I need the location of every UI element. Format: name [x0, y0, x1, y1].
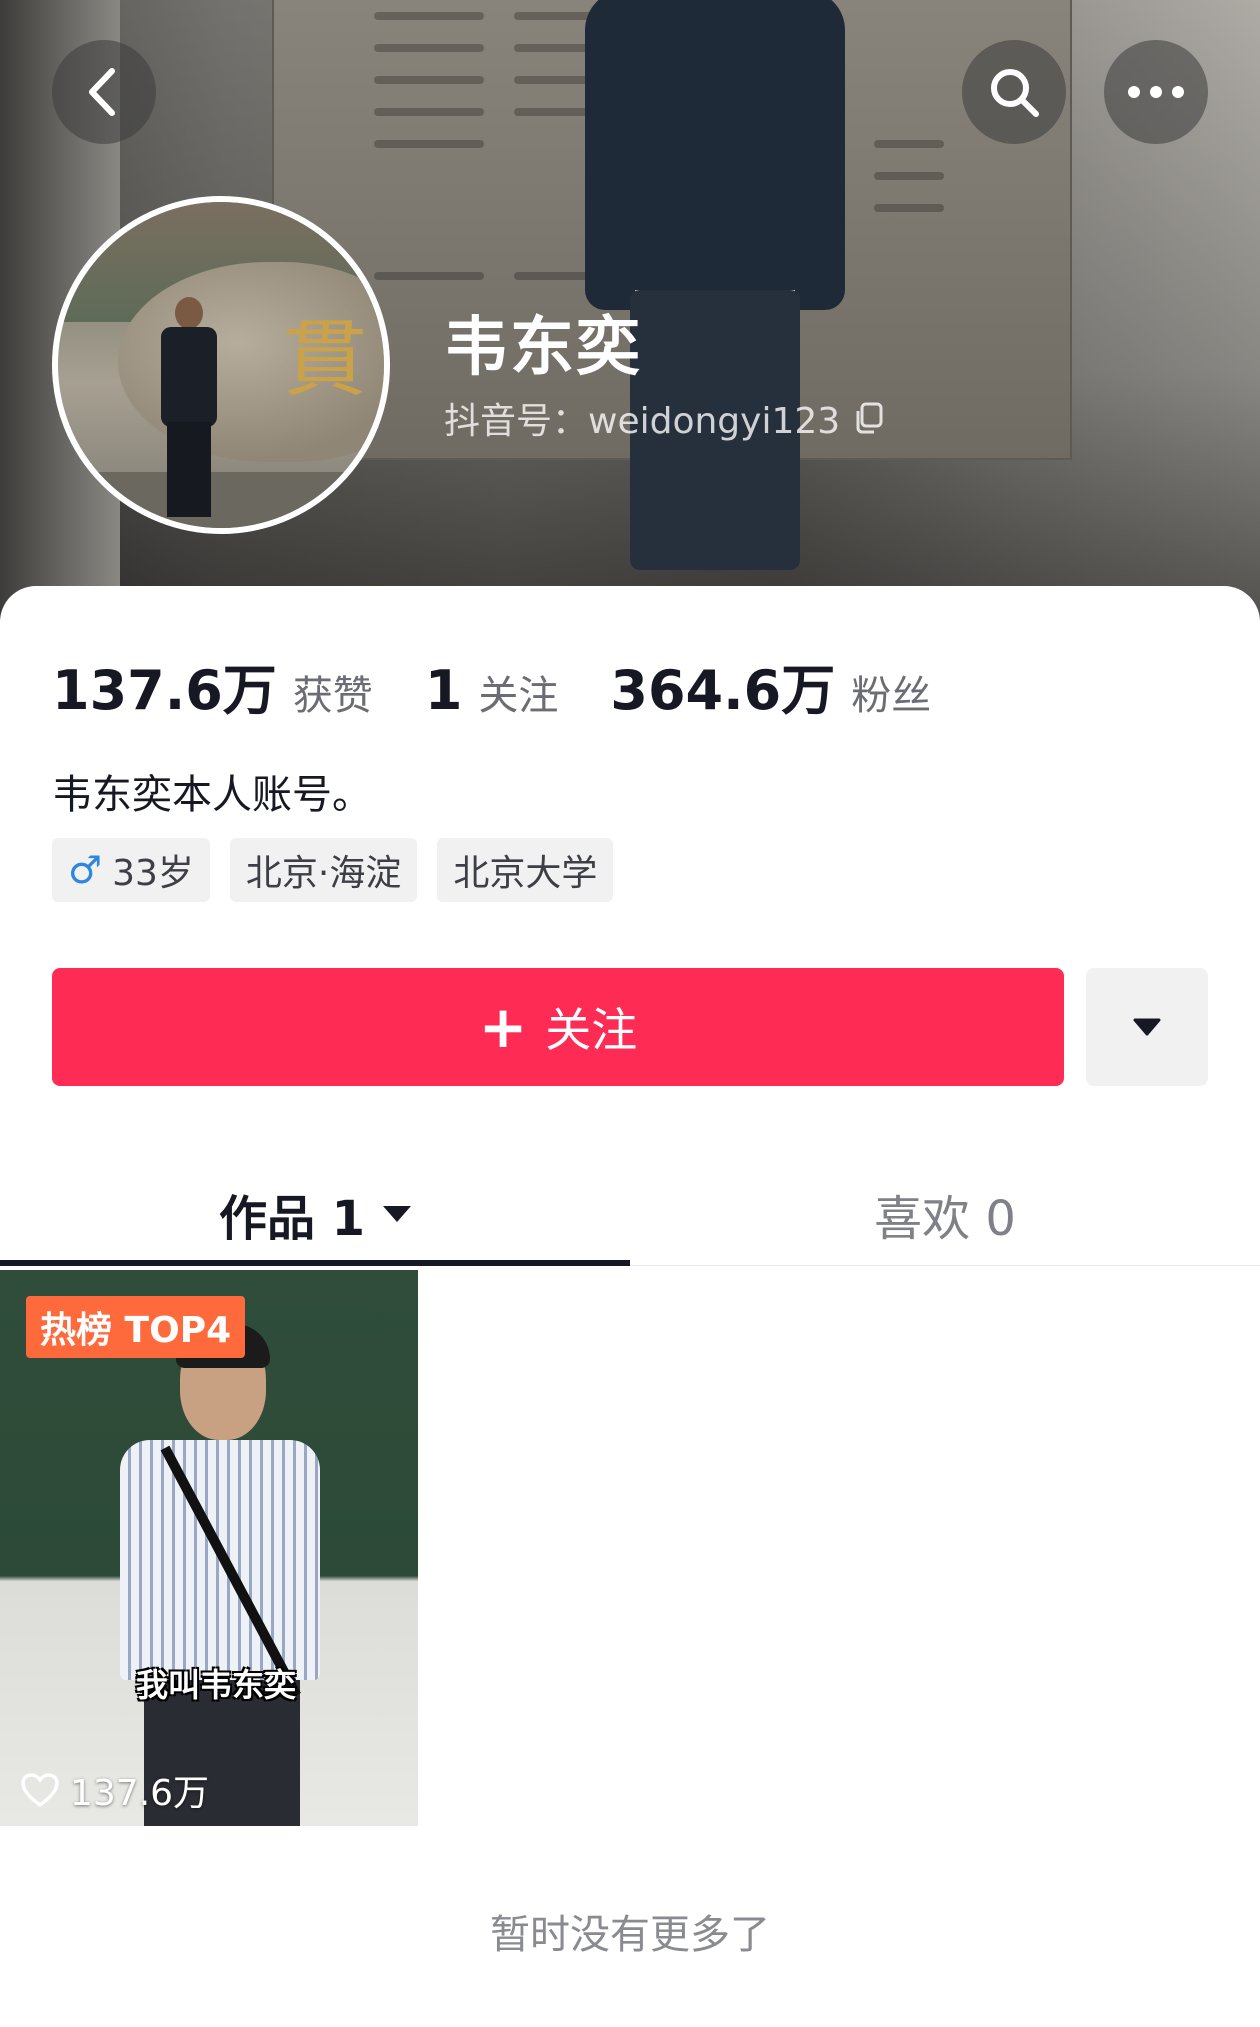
tag-school-label: 北京大学	[453, 853, 598, 894]
stat-following-label: 关注	[478, 673, 559, 719]
back-button[interactable]	[52, 40, 156, 144]
profile-card: 137.6万 获赞 1 关注 364.6万 粉丝 韦东奕本人账号。 ♂ 33岁 …	[0, 586, 1260, 2027]
cover-person	[575, 0, 855, 570]
plus-icon: +	[478, 993, 528, 1061]
search-icon	[991, 69, 1039, 117]
copy-icon[interactable]	[854, 402, 884, 434]
douyin-id[interactable]: 抖音号：weidongyi123	[444, 392, 884, 444]
content-tabs: 作品 1 喜欢 0	[0, 1162, 1260, 1266]
stat-following-value: 1	[424, 659, 463, 722]
tag-age-label: 33岁	[112, 853, 194, 894]
video-subject	[120, 1324, 320, 1826]
tab-likes-label: 喜欢 0	[874, 1191, 1016, 1247]
male-icon: ♂	[68, 848, 103, 892]
rock-inscription: 貫	[283, 310, 368, 408]
search-button[interactable]	[962, 40, 1066, 144]
triangle-down-icon	[1133, 1018, 1161, 1036]
active-tab-indicator	[0, 1260, 630, 1266]
follow-button[interactable]: + 关注	[52, 968, 1064, 1086]
caret-down-icon	[383, 1206, 412, 1222]
hot-rank-badge: 热榜 TOP4	[26, 1296, 246, 1358]
tag-age: ♂ 33岁	[52, 838, 210, 902]
no-more-text: 暂时没有更多了	[490, 1912, 770, 1958]
tag-list: ♂ 33岁 北京·海淀 北京大学	[52, 838, 614, 902]
username: 韦东奕	[444, 311, 642, 385]
stat-likes-value: 137.6万	[52, 659, 277, 722]
video-likes-count: 137.6万	[70, 1773, 210, 1814]
stat-likes[interactable]: 137.6万 获赞	[52, 646, 373, 725]
stat-likes-label: 获赞	[292, 673, 373, 719]
avatar[interactable]: 貫	[52, 196, 390, 534]
tag-location: 北京·海淀	[229, 838, 418, 902]
tab-works-label: 作品 1	[218, 1191, 366, 1247]
video-likes: 137.6万	[20, 1764, 209, 1816]
tab-likes[interactable]: 喜欢 0	[630, 1162, 1260, 1266]
stats-row: 137.6万 获赞 1 关注 364.6万 粉丝	[52, 646, 983, 725]
tag-school[interactable]: 北京大学	[437, 838, 614, 902]
video-thumbnail[interactable]: 热榜 TOP4 我叫韦东奕 137.6万	[0, 1270, 418, 1826]
back-arrow-icon	[89, 68, 115, 116]
recommend-dropdown-button[interactable]	[1086, 968, 1208, 1086]
more-button[interactable]	[1104, 40, 1208, 144]
video-caption: 我叫韦东奕	[136, 1666, 297, 1704]
stat-followers[interactable]: 364.6万 粉丝	[610, 646, 931, 725]
bio: 韦东奕本人账号。	[52, 772, 372, 818]
more-dots-icon	[1128, 86, 1184, 98]
tab-works[interactable]: 作品 1	[0, 1162, 630, 1266]
stat-followers-value: 364.6万	[610, 659, 836, 722]
stat-following[interactable]: 1 关注	[425, 659, 559, 722]
stat-followers-label: 粉丝	[851, 673, 932, 719]
heart-icon	[21, 1773, 59, 1808]
follow-button-label: 关注	[545, 1003, 638, 1057]
douyin-id-text: 抖音号：weidongyi123	[444, 401, 841, 442]
tag-location-label: 北京·海淀	[245, 853, 402, 894]
